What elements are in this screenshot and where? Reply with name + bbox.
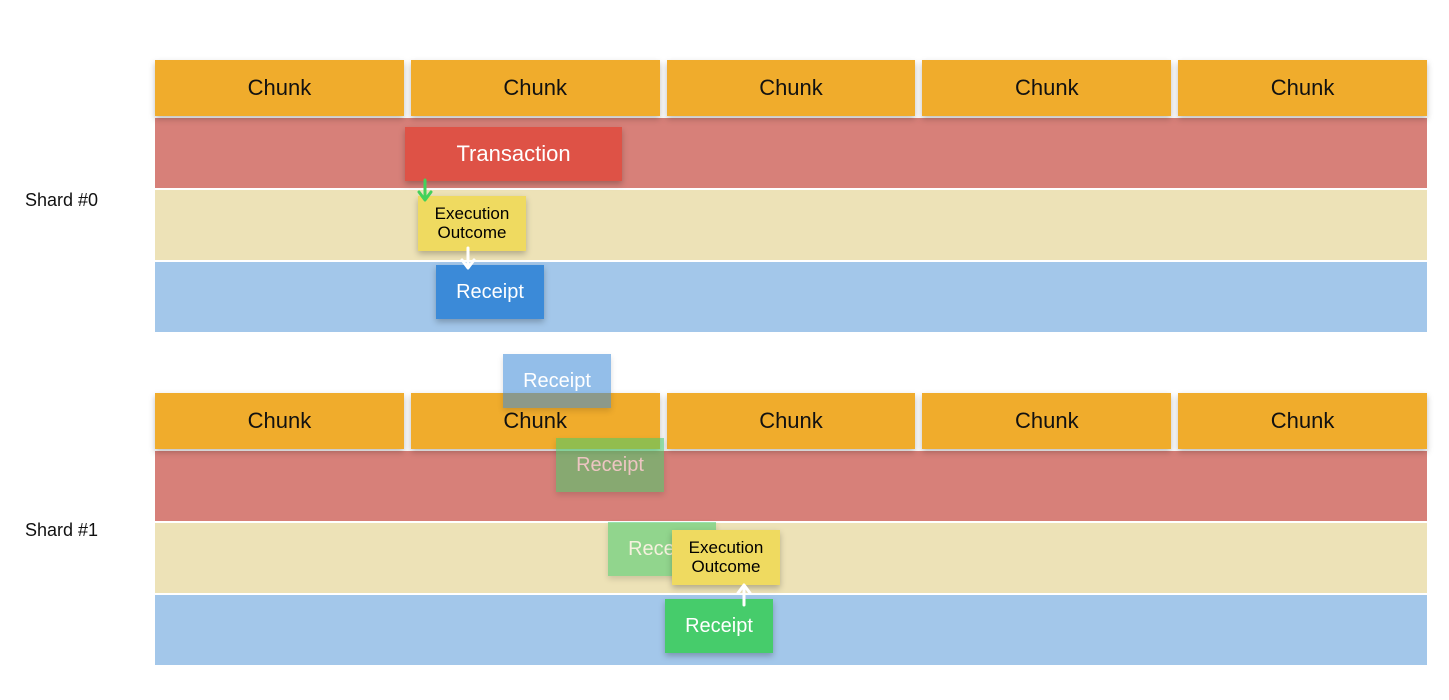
shard-0-label: Shard #0 [25, 190, 98, 211]
chunk-cell: Chunk [1178, 60, 1427, 116]
shard-1-lanes: Chunk Chunk Chunk Chunk Chunk [155, 393, 1427, 665]
receipt-box-ghost-blue: Receipt [503, 354, 611, 408]
receipt-label: Receipt [456, 281, 524, 303]
shard-0-chunks: Chunk Chunk Chunk Chunk Chunk [155, 60, 1427, 116]
execution-line1: Execution [689, 539, 764, 558]
chunk-cell: Chunk [667, 60, 916, 116]
receipt-box-blue: Receipt [436, 265, 544, 319]
arrow-down-white-icon [459, 246, 477, 272]
arrow-up-white-icon [735, 581, 753, 607]
execution-line2: Outcome [692, 558, 761, 577]
diagram-stage: Shard #0 Chunk Chunk Chunk Chunk Chunk S… [0, 0, 1449, 700]
shard-0-lanes: Chunk Chunk Chunk Chunk Chunk [155, 60, 1427, 332]
execution-line1: Execution [435, 205, 510, 224]
shard-1-chunks: Chunk Chunk Chunk Chunk Chunk [155, 393, 1427, 449]
shard-1-label: Shard #1 [25, 520, 98, 541]
shard-0-transaction-lane [155, 118, 1427, 188]
receipt-box-ghost-green-1: Receipt [556, 438, 664, 492]
shard-1-transaction-lane [155, 451, 1427, 521]
chunk-cell: Chunk [667, 393, 916, 449]
chunk-cell: Chunk [922, 60, 1171, 116]
shard-1-receipt-lane [155, 595, 1427, 665]
shard-1-outcome-lane [155, 523, 1427, 593]
chunk-cell: Chunk [155, 60, 404, 116]
receipt-box-green: Receipt [665, 599, 773, 653]
chunk-cell: Chunk [1178, 393, 1427, 449]
execution-line2: Outcome [438, 224, 507, 243]
chunk-cell: Chunk [922, 393, 1171, 449]
receipt-label: Receipt [685, 615, 753, 637]
receipt-label: Receipt [523, 370, 591, 392]
execution-outcome-box-0: Execution Outcome [418, 196, 526, 251]
chunk-cell: Chunk [155, 393, 404, 449]
receipt-label: Receipt [576, 454, 644, 476]
shard-0-outcome-lane [155, 190, 1427, 260]
chunk-cell: Chunk [411, 60, 660, 116]
shard-0-receipt-lane [155, 262, 1427, 332]
transaction-box: Transaction [405, 127, 622, 181]
arrow-down-green-icon [416, 178, 434, 204]
execution-outcome-box-1: Execution Outcome [672, 530, 780, 585]
transaction-label: Transaction [456, 142, 570, 166]
